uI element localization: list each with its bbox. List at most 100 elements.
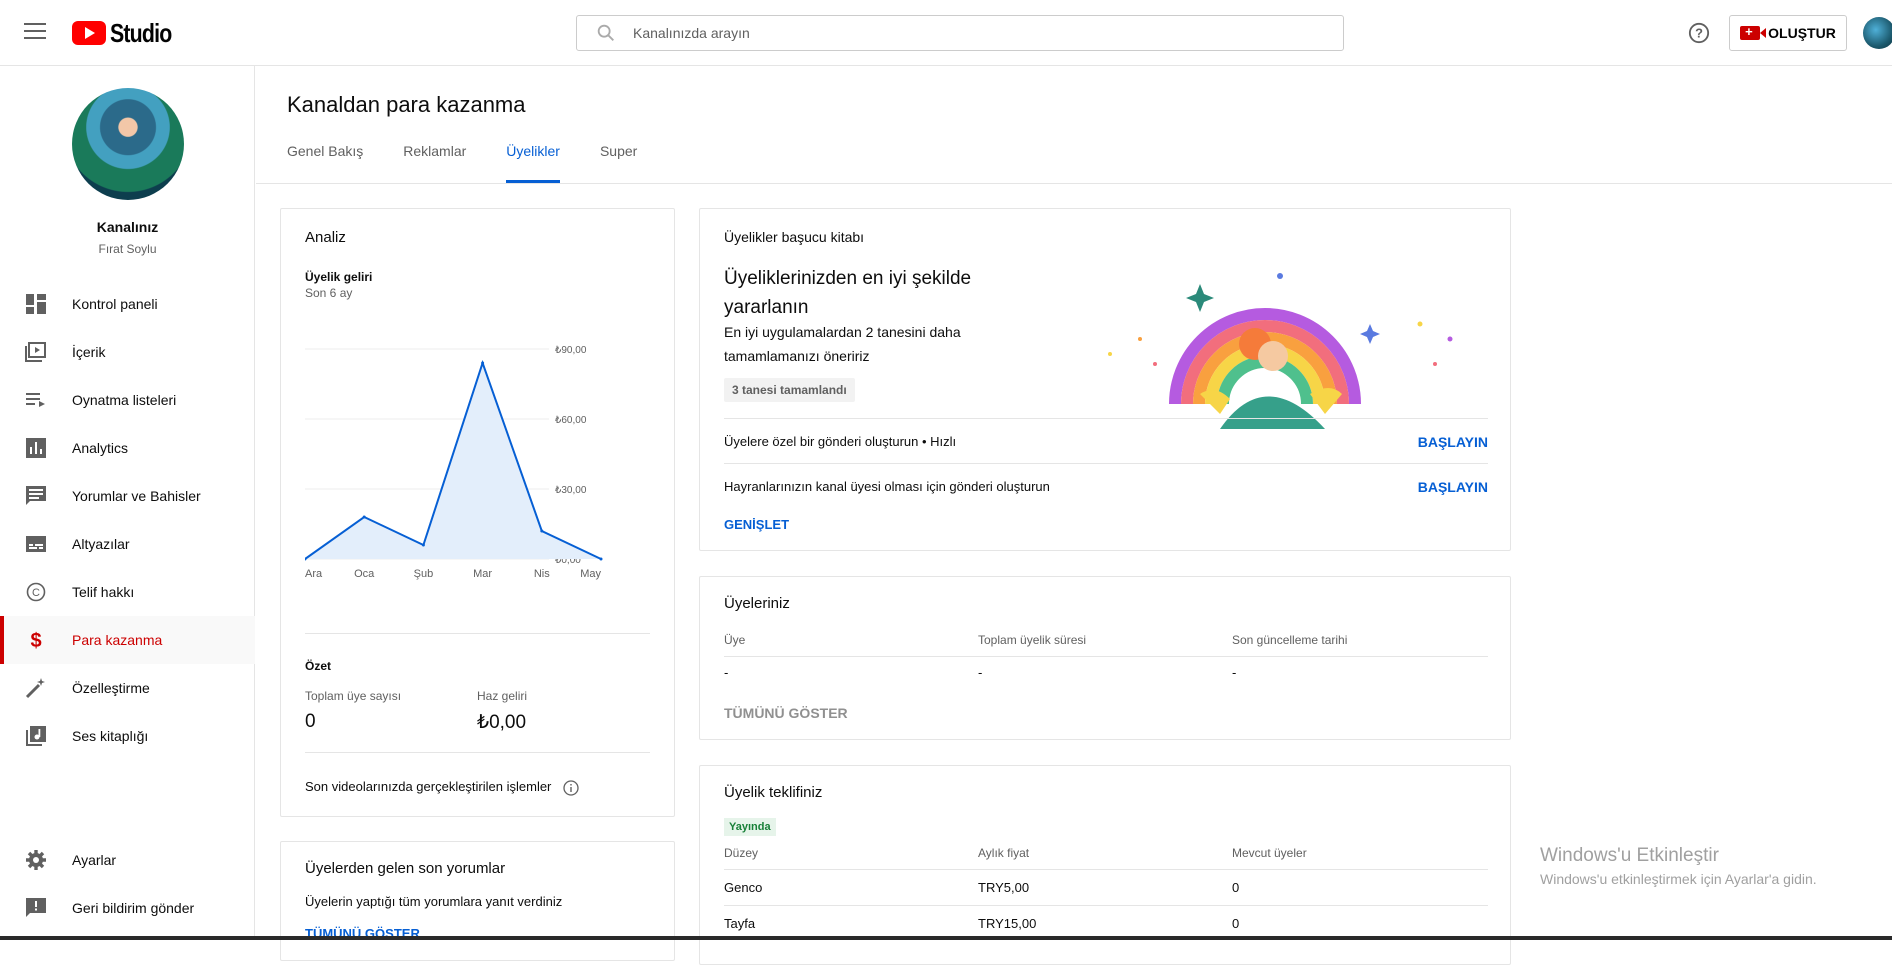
revenue-area	[305, 363, 601, 559]
tabs-divider	[256, 183, 1892, 184]
create-label: OLUŞTUR	[1768, 25, 1836, 41]
analytics-icon	[24, 436, 48, 460]
logo-text: Studio	[110, 17, 172, 48]
content-icon	[24, 340, 48, 364]
offer-title: Üyelik teklifiniz	[724, 784, 823, 801]
playlist-icon	[24, 388, 48, 412]
search-input[interactable]	[633, 25, 1233, 41]
sidebar-item-settings[interactable]: Ayarlar	[0, 836, 255, 884]
table-cell: -	[1232, 665, 1237, 680]
data-point	[481, 361, 485, 365]
account-avatar[interactable]	[1863, 17, 1892, 49]
table-cell: 0	[1232, 880, 1240, 895]
tab-super[interactable]: Super	[600, 143, 637, 183]
sidebar-item-label: İçerik	[72, 344, 106, 360]
net-revenue-label: Haz geliri	[477, 689, 528, 703]
sidebar-item-content[interactable]: İçerik	[0, 328, 255, 376]
data-point	[421, 543, 425, 547]
hamburger-menu-icon[interactable]	[24, 23, 46, 41]
sidebar-item-dashboard[interactable]: Kontrol paneli	[0, 280, 255, 328]
members-title: Üyeleriniz	[724, 595, 790, 612]
x-tick-label: Nis	[534, 568, 550, 580]
sidebar-item-label: Ayarlar	[72, 852, 117, 868]
x-tick-label: Mar	[473, 568, 492, 580]
gear-icon	[24, 848, 48, 872]
metric-period: Son 6 ay	[305, 286, 353, 300]
dashboard-icon	[24, 292, 48, 316]
info-icon[interactable]	[563, 779, 579, 796]
member-comments-card: Üyelerden gelen son yorumlar Üyelerin ya…	[280, 841, 675, 961]
monetization-tabs: Genel Bakış Reklamlar Üyelikler Super	[287, 143, 677, 183]
data-point	[362, 515, 366, 519]
column-header: Düzey	[724, 846, 759, 860]
tab-memberships[interactable]: Üyelikler	[506, 143, 560, 183]
rainbow-illustration	[1108, 273, 1453, 429]
start-button[interactable]: BAŞLAYIN	[1418, 434, 1488, 450]
svg-text:$: $	[30, 630, 41, 651]
sidebar-item-label: Özelleştirme	[72, 680, 150, 696]
channel-avatar[interactable]	[72, 88, 184, 200]
sidebar-item-comments[interactable]: Yorumlar ve Bahisler	[0, 472, 255, 520]
sidebar-item-label: Kontrol paneli	[72, 296, 158, 312]
feedback-icon	[24, 896, 48, 920]
sidebar-item-label: Altyazılar	[72, 536, 130, 552]
sidebar-bottom-nav: Ayarlar Geri bildirim gönder	[0, 836, 255, 932]
summary-divider	[305, 633, 650, 634]
studio-logo[interactable]: Studio	[72, 17, 185, 48]
y-tick-label: ₺60,00	[555, 415, 587, 426]
membership-playbook-card: Üyelikler başucu kitabı Üyeliklerinizden…	[699, 208, 1511, 551]
svg-text:C: C	[32, 587, 40, 599]
show-all-members-button[interactable]: TÜMÜNÜ GÖSTER	[724, 705, 848, 721]
audio-library-icon	[24, 724, 48, 748]
search-icon	[597, 24, 614, 41]
taskbar-edge	[0, 936, 1892, 940]
table-divider	[724, 869, 1488, 870]
total-members-label: Toplam üye sayısı	[305, 689, 402, 703]
sidebar: Kanalınız Fırat Soylu Kontrol paneli İçe…	[0, 66, 255, 940]
total-members-value: 0	[305, 711, 316, 732]
completed-chip: 3 tanesi tamamlandı	[724, 378, 855, 402]
playbook-title: Üyelikler başucu kitabı	[724, 229, 865, 245]
sidebar-item-customization[interactable]: Özelleştirme	[0, 664, 255, 712]
recent-actions-label: Son videolarınızda gerçekleştirilen işle…	[305, 779, 552, 794]
column-header: Son güncelleme tarihi	[1232, 633, 1348, 647]
recent-actions-text[interactable]: Son videolarınızda gerçekleştirilen işle…	[305, 779, 579, 796]
create-button[interactable]: OLUŞTUR	[1729, 15, 1847, 51]
expand-button[interactable]: GENİŞLET	[724, 517, 789, 532]
sidebar-item-label: Geri bildirim gönder	[72, 900, 195, 916]
x-tick-label: Şub	[414, 568, 434, 580]
help-icon[interactable]: ?	[1688, 22, 1710, 44]
sidebar-item-feedback[interactable]: Geri bildirim gönder	[0, 884, 255, 932]
metric-title: Üyelik geliri	[305, 270, 373, 284]
channel-name: Fırat Soylu	[98, 242, 157, 256]
sidebar-item-analytics[interactable]: Analytics	[0, 424, 255, 472]
x-tick-label: May	[580, 568, 601, 580]
channel-title: Kanalınız	[96, 219, 159, 235]
revenue-chart: ₺90,00₺60,00₺30,00₺0,00Ara Oca Şub Mar Nis Ma…	[305, 345, 603, 580]
sidebar-item-subtitles[interactable]: Altyazılar	[0, 520, 255, 568]
windows-activation-watermark: Windows'u Etkinleştir Windows'u etkinleş…	[1540, 845, 1817, 887]
sidebar-item-copyright[interactable]: C Telif hakkı	[0, 568, 255, 616]
tab-ads[interactable]: Reklamlar	[403, 143, 466, 183]
analytics-card: Analiz Üyelik geliri Son 6 ay ₺90,00 ₺60,…	[280, 208, 675, 817]
y-tick-label: ₺90,00	[555, 345, 587, 356]
sidebar-item-monetization[interactable]: $ Para kazanma	[0, 616, 255, 664]
playbook-description: En iyi uygulamalardan 2 tanesini daha ta…	[724, 324, 961, 364]
summary-title: Özet	[305, 659, 332, 673]
sidebar-item-label: Para kazanma	[72, 632, 163, 648]
playbook-task-row: Üyelere özel bir gönderi oluşturun • Hız…	[724, 418, 1488, 464]
sidebar-item-playlists[interactable]: Oynatma listeleri	[0, 376, 255, 424]
svg-text:?: ?	[1695, 26, 1703, 41]
activation-title: Windows'u Etkinleştir	[1540, 845, 1719, 866]
comments-text: Üyelerin yaptığı tüm yorumlara yanıt ver…	[305, 894, 563, 909]
start-button[interactable]: BAŞLAYIN	[1418, 479, 1488, 495]
sidebar-item-audio-library[interactable]: Ses kitaplığı	[0, 712, 255, 760]
tab-overview[interactable]: Genel Bakış	[287, 143, 363, 183]
column-header: Mevcut üyeler	[1232, 846, 1307, 860]
column-header: Aylık fiyat	[978, 846, 1030, 860]
table-cell: 0	[1232, 916, 1240, 931]
sidebar-item-label: Yorumlar ve Bahisler	[72, 488, 201, 504]
search-box[interactable]	[576, 15, 1344, 51]
members-card: Üyeleriniz Üye Toplam üyelik süresi Son …	[699, 576, 1511, 740]
comments-icon	[24, 484, 48, 508]
